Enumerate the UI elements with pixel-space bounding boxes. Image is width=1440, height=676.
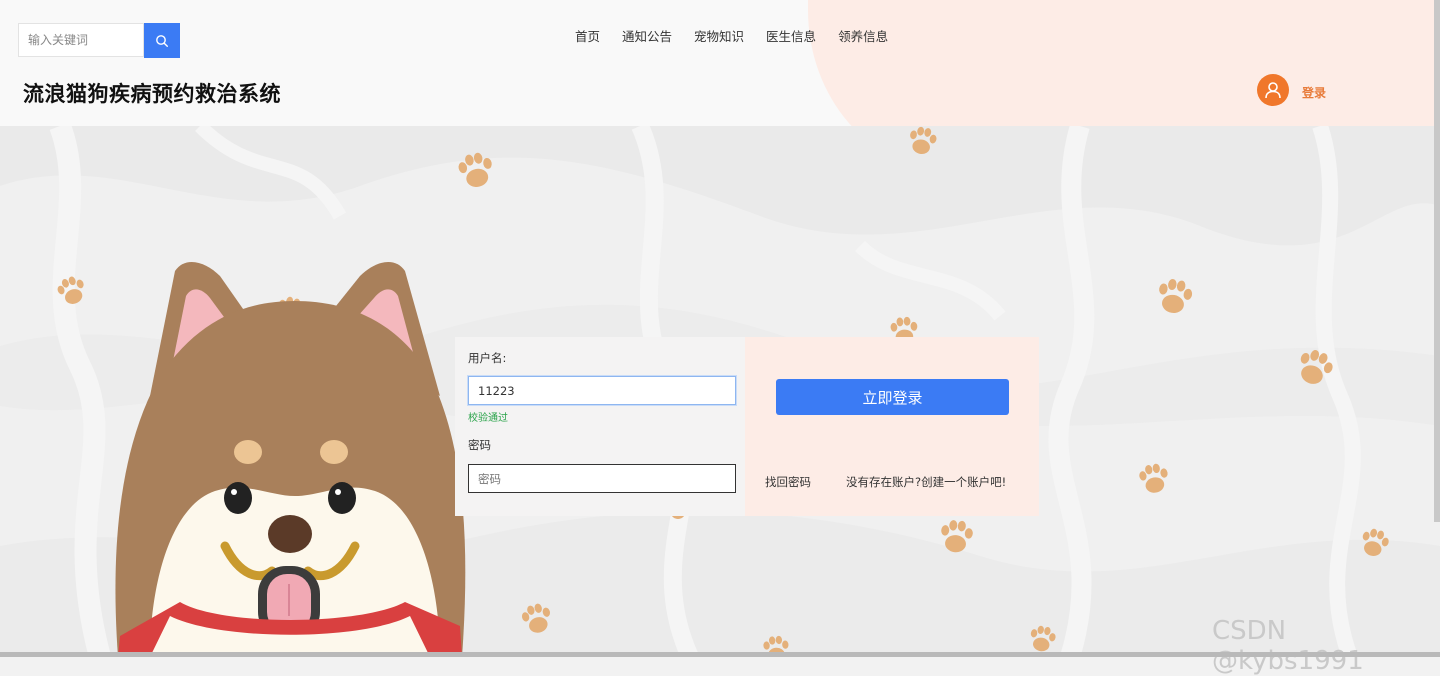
search-box <box>18 23 146 57</box>
password-label: 密码 <box>468 438 491 452</box>
forgot-password-link[interactable]: 找回密码 <box>765 474 811 490</box>
username-label: 用户名: <box>468 351 507 365</box>
search-icon <box>156 34 169 47</box>
user-avatar[interactable] <box>1257 74 1289 106</box>
nav-doctors[interactable]: 医生信息 <box>766 28 816 46</box>
site-title: 流浪猫狗疾病预约救治系统 <box>23 82 281 106</box>
bottom-edge <box>0 652 1440 657</box>
register-link[interactable]: 没有存在账户?创建一个账户吧! <box>846 474 1006 490</box>
search-button[interactable] <box>144 23 180 58</box>
header-login-link[interactable]: 登录 <box>1302 84 1326 101</box>
scrollbar[interactable] <box>1434 0 1440 522</box>
user-icon <box>1265 82 1281 99</box>
watermark: CSDN @kybs1991 <box>1212 616 1364 676</box>
username-validation-status: 校验通过 <box>468 413 508 424</box>
search-input[interactable] <box>19 24 146 56</box>
password-input[interactable] <box>468 464 736 493</box>
username-input[interactable] <box>468 376 736 405</box>
header: 首页 通知公告 宠物知识 医生信息 领养信息 流浪猫狗疾病预约救治系统 登录 <box>0 0 1440 126</box>
main-nav: 首页 通知公告 宠物知识 医生信息 领养信息 <box>575 28 910 46</box>
nav-adoption[interactable]: 领养信息 <box>838 28 888 46</box>
nav-pet-knowledge[interactable]: 宠物知识 <box>694 28 744 46</box>
nav-notices[interactable]: 通知公告 <box>622 28 672 46</box>
header-decoration <box>808 0 1440 126</box>
nav-home[interactable]: 首页 <box>575 28 600 46</box>
login-submit-button[interactable]: 立即登录 <box>776 379 1009 415</box>
dog-illustration <box>115 261 466 657</box>
